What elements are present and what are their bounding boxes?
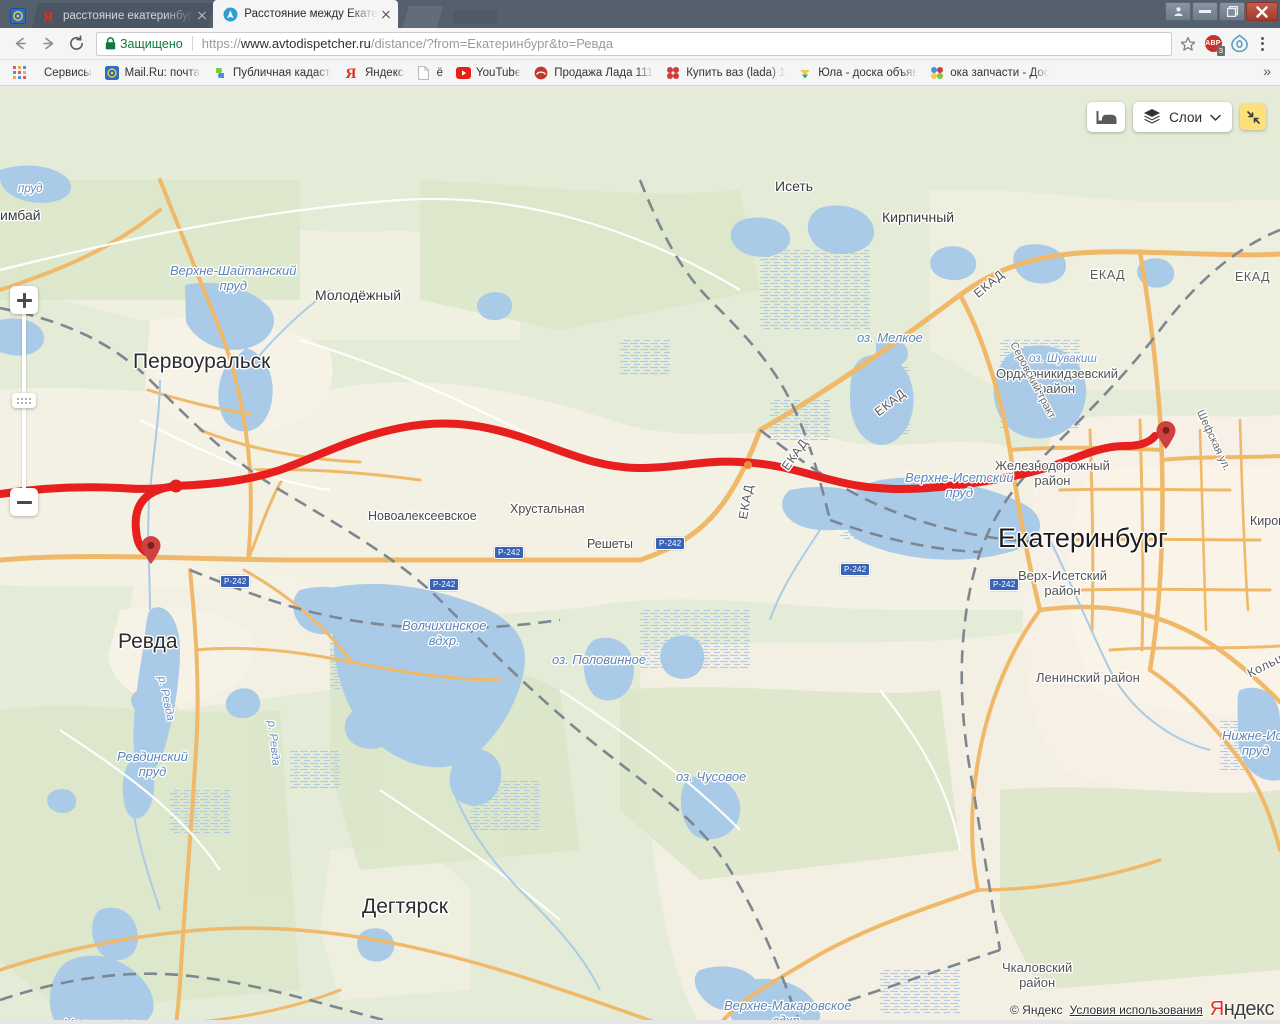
bookmark-item[interactable]: YouTube xyxy=(449,63,527,83)
bookmark-label: Сервисы xyxy=(44,66,92,79)
layers-button[interactable]: Слои xyxy=(1133,102,1232,132)
highway-shield: Р-242 xyxy=(840,563,871,576)
bookmark-label: Купить ваз (lada) 11 xyxy=(686,66,786,79)
chrome-menu-icon[interactable] xyxy=(1252,31,1272,57)
app-shortcut-button[interactable] xyxy=(4,4,32,28)
chevron-down-icon xyxy=(1210,110,1221,125)
zoom-slider-handle[interactable] xyxy=(12,393,36,408)
bookmark-star-icon[interactable] xyxy=(1176,32,1200,56)
window-controls xyxy=(1165,2,1278,21)
navigation-toolbar: Защищено https://www.avtodispetcher.ru/d… xyxy=(0,28,1280,60)
map-marker-origin[interactable] xyxy=(140,535,162,565)
highway-shield: Р-242 xyxy=(655,537,686,550)
yula-icon xyxy=(797,65,813,81)
mailru-icon xyxy=(104,65,120,81)
restore-button[interactable] xyxy=(1219,2,1245,21)
tab-strip-placeholder xyxy=(452,10,497,24)
minimize-button[interactable] xyxy=(1192,2,1218,21)
new-tab-button[interactable] xyxy=(403,6,443,28)
hotel-icon xyxy=(1096,110,1117,124)
auto-icon xyxy=(533,65,549,81)
horizontal-scrollbar[interactable] xyxy=(0,1020,1280,1024)
browser-window: Я расстояние екатеринбур Расстояние межд… xyxy=(0,0,1280,1024)
map-graphics xyxy=(0,90,1280,1024)
dots-colored-icon xyxy=(665,65,681,81)
bookmark-item[interactable]: Я Яндекс xyxy=(338,63,410,83)
bookmark-item[interactable]: Купить ваз (lada) 11 xyxy=(659,63,791,83)
bookmark-item[interactable]: Сервисы xyxy=(38,65,98,81)
route-waypoint xyxy=(169,479,183,493)
bookmark-item[interactable]: Публичная кадастр xyxy=(206,63,338,83)
map-canvas[interactable]: Екатеринбург Первоуральск Ревда Дегтярск… xyxy=(0,90,1280,1024)
svg-text:Я: Я xyxy=(43,10,53,23)
zoom-slider-track[interactable] xyxy=(12,311,36,491)
yandex-ya-icon: Я xyxy=(41,8,57,24)
zoom-out-button[interactable] xyxy=(10,488,38,516)
bookmark-label: YouTube xyxy=(476,66,522,79)
close-icon[interactable] xyxy=(378,6,394,22)
bookmark-label: Mail.Ru: почта xyxy=(124,66,200,79)
youtube-icon xyxy=(455,65,471,81)
apps-grid-icon[interactable] xyxy=(8,62,30,84)
account-icon[interactable] xyxy=(1165,2,1191,21)
close-icon[interactable] xyxy=(194,8,210,24)
tab-strip: Я расстояние екатеринбур Расстояние межд… xyxy=(0,0,1280,28)
map-top-controls: Слои xyxy=(1087,102,1266,132)
map-marker-destination[interactable] xyxy=(1155,420,1177,450)
bookmark-label: Яндекс xyxy=(364,66,404,79)
terms-link[interactable]: Условия использования xyxy=(1070,1003,1203,1017)
page-icon xyxy=(416,65,432,81)
reload-icon[interactable] xyxy=(62,30,90,58)
hotel-icon-button[interactable] xyxy=(1087,102,1126,132)
bookmarks-overflow-button[interactable]: » xyxy=(1259,63,1275,79)
browser-tab[interactable]: Я расстояние екатеринбур xyxy=(32,3,214,28)
bookmark-item[interactable]: Mail.Ru: почта xyxy=(98,63,206,83)
close-button[interactable] xyxy=(1246,2,1278,21)
layers-icon xyxy=(1143,108,1161,127)
map-attribution: © Яндекс Условия использования Яндекс xyxy=(1010,998,1275,1021)
zoom-in-button[interactable] xyxy=(10,286,38,314)
bookmark-label: Продажа Лада 1111 xyxy=(554,66,654,79)
rosreestr-icon xyxy=(212,65,228,81)
collapse-icon-button[interactable] xyxy=(1240,104,1266,130)
lock-icon xyxy=(105,37,116,50)
dots-colored2-icon xyxy=(929,65,945,81)
back-icon[interactable] xyxy=(6,30,34,58)
avtodispetcher-icon xyxy=(222,6,238,22)
tab-title: расстояние екатеринбур xyxy=(63,9,195,22)
bookmark-label: Юла - доска объявл xyxy=(818,66,918,79)
bookmark-item[interactable]: Юла - доска объявл xyxy=(791,63,923,83)
bookmark-label: ё xyxy=(436,66,444,79)
bookmark-item[interactable]: Продажа Лада 1111 xyxy=(527,63,659,83)
tab-title: Расстояние между Екате xyxy=(244,8,378,20)
bookmark-label: ока запчасти - Доск xyxy=(950,66,1050,79)
highway-shield: Р-242 xyxy=(989,578,1020,591)
highway-shield: Р-242 xyxy=(429,578,460,591)
highway-shield: Р-242 xyxy=(220,575,251,588)
highway-shield: Р-242 xyxy=(494,546,525,559)
collapse-icon xyxy=(1246,110,1260,124)
extension-icon[interactable] xyxy=(1226,31,1252,57)
yandex-ya-icon: Я xyxy=(344,65,360,81)
security-label: Защищено xyxy=(120,36,183,51)
bookmark-item[interactable]: ока запчасти - Доск xyxy=(923,63,1055,83)
svg-text:Я: Я xyxy=(346,66,357,80)
layers-label: Слои xyxy=(1169,109,1202,125)
bookmarks-bar: Сервисы Mail.Ru: почта Публичная кадастр… xyxy=(0,60,1280,86)
omnibox-divider xyxy=(191,36,193,51)
url-text: https://www.avtodispetcher.ru/distance/?… xyxy=(201,36,614,51)
bookmark-label: Публичная кадастр xyxy=(232,66,332,79)
yandex-logo[interactable]: Яндекс xyxy=(1210,998,1275,1021)
address-bar[interactable]: Защищено https://www.avtodispetcher.ru/d… xyxy=(96,31,1172,56)
adblock-plus-icon[interactable]: ABP 3 xyxy=(1200,31,1226,57)
forward-icon[interactable] xyxy=(34,30,62,58)
adblock-count-badge: 3 xyxy=(1216,45,1225,56)
zoom-control xyxy=(10,286,38,516)
browser-tab-active[interactable]: Расстояние между Екате xyxy=(213,0,398,28)
copyright-text: © Яндекс xyxy=(1010,1002,1063,1017)
mailru-icon xyxy=(10,8,26,24)
bookmark-item[interactable]: ё xyxy=(410,63,449,83)
security-indicator[interactable]: Защищено xyxy=(105,37,183,51)
